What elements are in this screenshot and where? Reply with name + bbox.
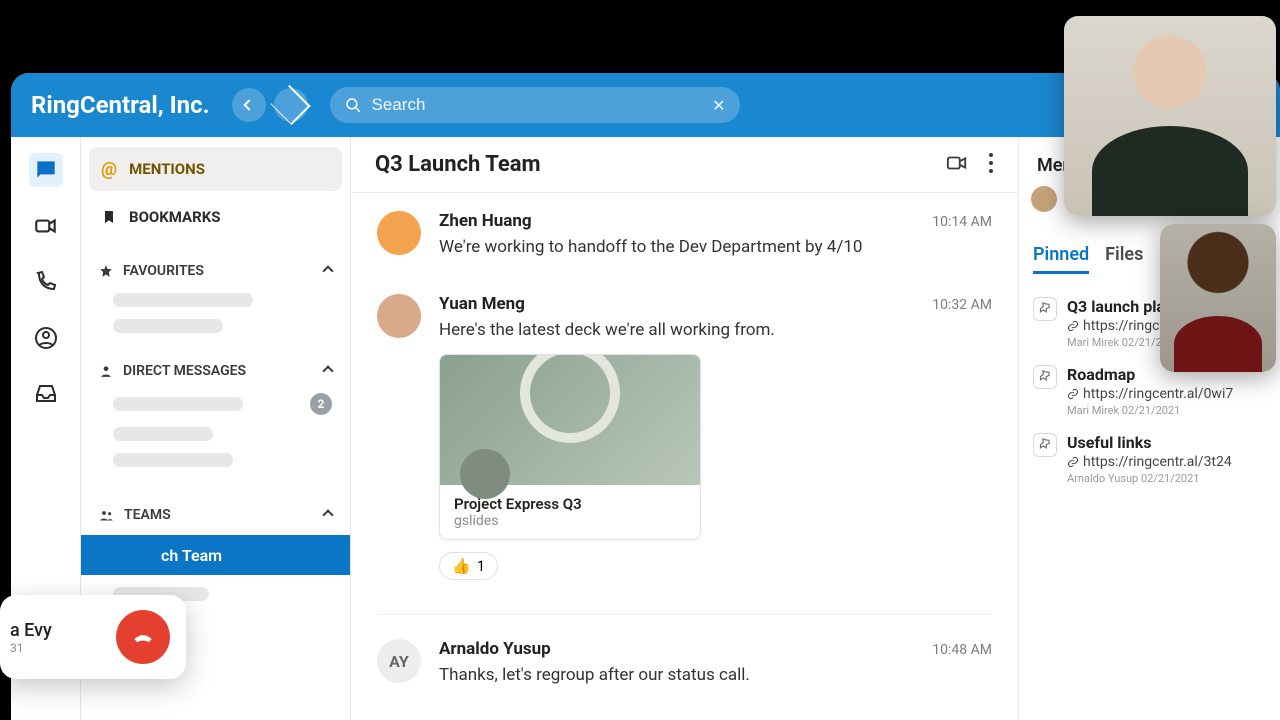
attachment-type: gslides — [454, 513, 686, 529]
message-item: AY Arnaldo Yusup 10:48 AM Thanks, let's … — [377, 639, 992, 688]
section-teams[interactable]: TEAMS — [89, 495, 342, 531]
chat-panel: Q3 Launch Team Zhen Huang — [351, 137, 1018, 720]
rail-contacts-icon[interactable] — [29, 321, 63, 355]
attachment-thumbnail — [440, 355, 700, 485]
pinned-title: Useful links — [1067, 433, 1232, 452]
team-item-selected[interactable]: ch Team — [81, 535, 350, 575]
section-favourites[interactable]: FAVOURITES — [89, 251, 342, 287]
avatar-initials: AY — [389, 652, 409, 671]
active-call-card[interactable]: a Evy 31 — [0, 595, 186, 679]
attachment-card[interactable]: Project Express Q3 gslides — [439, 354, 701, 540]
person-icon — [99, 364, 113, 378]
message-author: Zhen Huang — [439, 211, 532, 231]
message-item: Yuan Meng 10:32 AM Here's the latest dec… — [377, 294, 992, 581]
unread-badge: 2 — [310, 393, 332, 415]
member-avatar[interactable] — [1031, 186, 1057, 212]
sidebar-bookmarks[interactable]: BOOKMARKS — [89, 195, 342, 239]
video-participant-thumb[interactable] — [1160, 224, 1276, 372]
message-item: Zhen Huang 10:14 AM We're working to han… — [377, 211, 992, 260]
search-clear-button[interactable]: ✕ — [712, 96, 725, 115]
reaction-count: 1 — [477, 557, 485, 575]
message-time: 10:48 AM — [932, 642, 992, 658]
teams-label: TEAMS — [124, 507, 171, 523]
mentions-label: MENTIONS — [129, 160, 205, 178]
section-direct-messages[interactable]: DIRECT MESSAGES — [89, 351, 342, 387]
messages-list: Zhen Huang 10:14 AM We're working to han… — [351, 193, 1018, 720]
rail-video-icon[interactable] — [29, 209, 63, 243]
chat-actions — [944, 152, 994, 178]
star-icon — [99, 264, 113, 278]
chevron-up-icon — [322, 265, 333, 276]
chat-more-button[interactable] — [988, 152, 994, 178]
pin-icon — [1033, 297, 1057, 321]
message-text: We're working to handoff to the Dev Depa… — [439, 235, 992, 260]
bookmark-icon — [101, 208, 117, 226]
search-bar[interactable]: ✕ — [330, 87, 740, 123]
tab-pinned[interactable]: Pinned — [1033, 244, 1089, 274]
pinned-url: https://ringcentr.al/0wi7 — [1067, 386, 1233, 402]
message-time: 10:32 AM — [932, 297, 992, 313]
chat-title: Q3 Launch Team — [375, 152, 541, 177]
message-author: Yuan Meng — [439, 294, 525, 314]
chevron-up-icon — [322, 365, 333, 376]
chat-header: Q3 Launch Team — [351, 137, 1018, 193]
nav-forward-button[interactable] — [274, 88, 308, 122]
pin-icon — [1033, 365, 1057, 389]
search-input[interactable] — [372, 95, 703, 115]
sidebar-mentions[interactable]: @ MENTIONS — [89, 147, 342, 191]
favourites-label: FAVOURITES — [123, 263, 204, 279]
people-icon — [99, 508, 114, 523]
nav-arrows — [232, 88, 308, 122]
rail-phone-icon[interactable] — [29, 265, 63, 299]
avatar[interactable] — [377, 294, 421, 338]
start-video-button[interactable] — [944, 152, 970, 178]
search-icon — [344, 96, 362, 114]
at-icon: @ — [101, 159, 117, 180]
message-text: Thanks, let's regroup after our status c… — [439, 663, 992, 688]
hangup-button[interactable] — [116, 610, 170, 664]
avatar[interactable]: AY — [377, 639, 421, 683]
bookmarks-label: BOOKMARKS — [129, 208, 221, 226]
tab-files[interactable]: Files — [1105, 244, 1143, 274]
avatar[interactable] — [377, 211, 421, 255]
chevron-up-icon — [322, 509, 333, 520]
app-title: RingCentral, Inc. — [31, 91, 210, 119]
reaction-emoji: 👍 — [452, 557, 471, 575]
pin-icon — [1033, 433, 1057, 457]
selected-team-name: ch Team — [161, 546, 222, 565]
reaction-button[interactable]: 👍 1 — [439, 552, 498, 580]
call-duration: 31 — [10, 641, 52, 655]
rail-messages-icon[interactable] — [29, 153, 63, 187]
message-author: Arnaldo Yusup — [439, 639, 551, 659]
link-icon — [1067, 456, 1079, 468]
call-contact-name: a Evy — [10, 620, 52, 641]
nav-back-button[interactable] — [232, 88, 266, 122]
video-participant-thumb[interactable] — [1064, 16, 1276, 216]
link-icon — [1067, 388, 1079, 400]
pinned-url: https://ringcentr.al/3t24 — [1067, 454, 1232, 470]
pinned-item[interactable]: Useful links https://ringcentr.al/3t24 A… — [1031, 425, 1268, 493]
dm-label: DIRECT MESSAGES — [123, 363, 246, 379]
message-text: Here's the latest deck we're all working… — [439, 318, 992, 343]
pinned-meta: Mari Mirek 02/21/2021 — [1067, 404, 1233, 417]
message-time: 10:14 AM — [932, 214, 992, 230]
rail-inbox-icon[interactable] — [29, 377, 63, 411]
link-icon — [1067, 320, 1079, 332]
pinned-meta: Arnaldo Yusup 02/21/2021 — [1067, 472, 1232, 485]
